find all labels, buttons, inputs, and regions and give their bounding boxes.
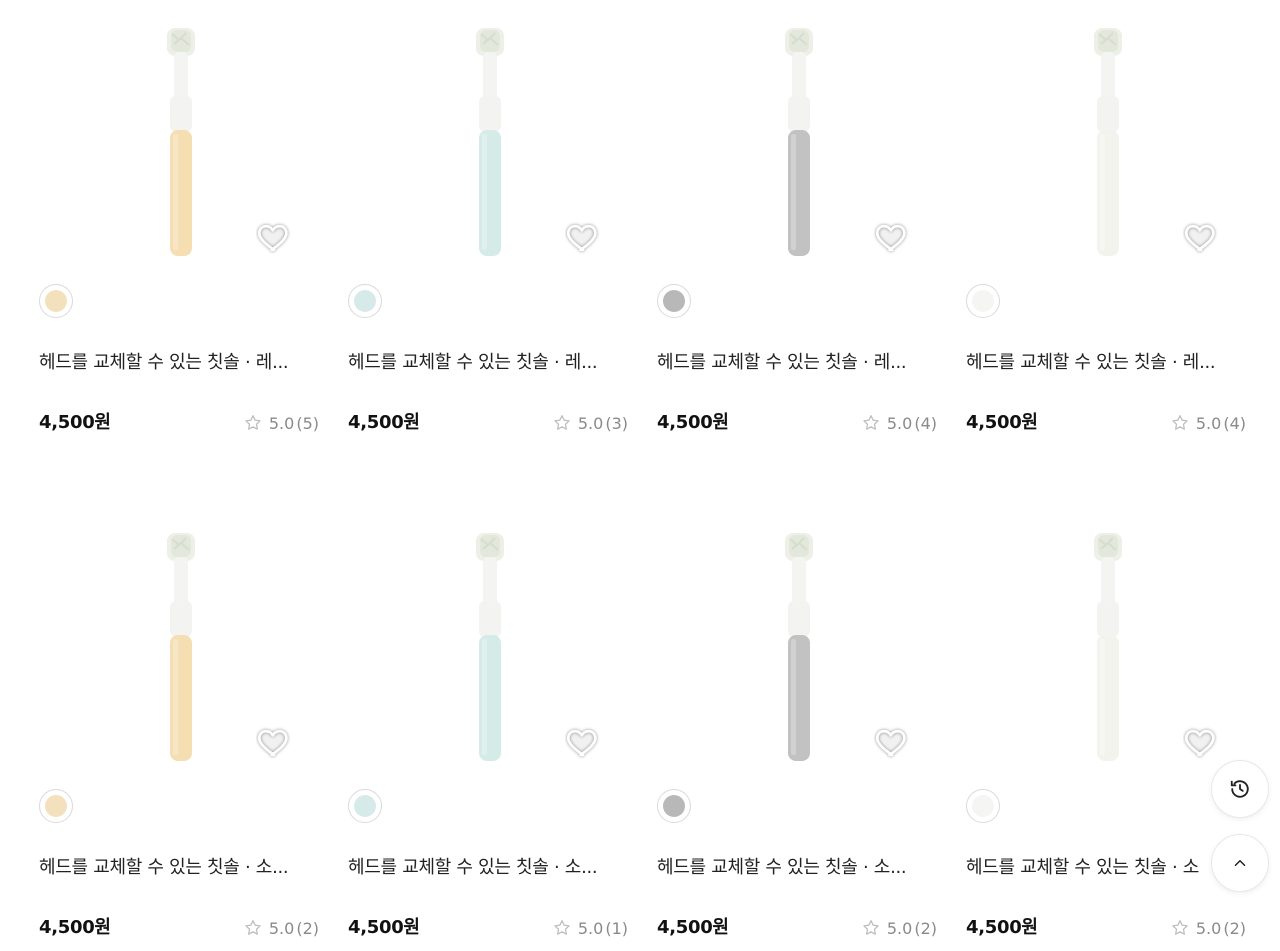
- product-price: 4,500원: [39, 917, 111, 938]
- wishlist-button[interactable]: [874, 219, 910, 255]
- product-title[interactable]: 헤드를 교체할 수 있는 칫솔 · 레...: [966, 350, 1236, 376]
- wishlist-button[interactable]: [1183, 724, 1219, 760]
- review-count: (2): [296, 918, 319, 938]
- review-count: (2): [1223, 918, 1246, 938]
- product-grid: 헤드를 교체할 수 있는 칫솔 · 레... 4,500원 5.0 (5) 헤드…: [0, 0, 1280, 951]
- review-count: (4): [1223, 413, 1246, 433]
- product-rating: 5.0 (2): [1170, 915, 1246, 941]
- heart-icon: [875, 729, 906, 757]
- rating-value: 5.0: [577, 918, 604, 938]
- review-count: (5): [296, 413, 319, 433]
- wishlist-button[interactable]: [256, 724, 292, 760]
- star-icon: [554, 920, 570, 935]
- star-icon: [1172, 415, 1188, 430]
- review-count: (3): [605, 413, 628, 433]
- rating-value: 5.0: [268, 413, 295, 433]
- color-swatch-beige[interactable]: [39, 284, 73, 318]
- review-count: (2): [914, 918, 937, 938]
- swatch-fill: [45, 795, 67, 817]
- product-rating: 5.0 (2): [861, 915, 937, 941]
- product-price: 4,500원: [348, 917, 420, 938]
- star-icon: [863, 415, 879, 430]
- star-icon: [245, 920, 261, 935]
- product-rating: 5.0 (4): [861, 410, 937, 436]
- color-swatch-gray[interactable]: [657, 284, 691, 318]
- product-price: 4,500원: [966, 917, 1038, 938]
- product-rating: 5.0 (5): [243, 410, 319, 436]
- product-title[interactable]: 헤드를 교체할 수 있는 칫솔 · 소...: [348, 855, 618, 881]
- chevron-up-icon: [1234, 860, 1246, 866]
- heart-icon: [257, 224, 288, 252]
- rating-value: 5.0: [886, 918, 913, 938]
- color-swatch-beige[interactable]: [39, 789, 73, 823]
- color-swatch-gray[interactable]: [657, 789, 691, 823]
- product-price: 4,500원: [966, 412, 1038, 433]
- star-icon: [863, 920, 879, 935]
- wishlist-button[interactable]: [874, 724, 910, 760]
- product-price: 4,500원: [657, 412, 729, 433]
- review-count: (1): [605, 918, 628, 938]
- wishlist-button[interactable]: [256, 219, 292, 255]
- swatch-fill: [972, 795, 994, 817]
- recently-viewed-button[interactable]: [1211, 760, 1269, 818]
- product-rating: 5.0 (4): [1170, 410, 1246, 436]
- swatch-fill: [972, 290, 994, 312]
- color-swatch-mint[interactable]: [348, 789, 382, 823]
- wishlist-button[interactable]: [1183, 219, 1219, 255]
- swatch-fill: [663, 290, 685, 312]
- product-rating: 5.0 (2): [243, 915, 319, 941]
- heart-icon: [566, 729, 597, 757]
- scroll-to-top-button[interactable]: [1211, 834, 1269, 892]
- wishlist-button[interactable]: [565, 724, 601, 760]
- heart-icon: [875, 224, 906, 252]
- product-title[interactable]: 헤드를 교체할 수 있는 칫솔 · 레...: [657, 350, 927, 376]
- rating-value: 5.0: [577, 413, 604, 433]
- product-rating: 5.0 (1): [552, 915, 628, 941]
- rating-value: 5.0: [268, 918, 295, 938]
- heart-icon: [566, 224, 597, 252]
- star-icon: [554, 415, 570, 430]
- heart-icon: [1184, 224, 1215, 252]
- rating-value: 5.0: [1195, 413, 1222, 433]
- star-icon: [245, 415, 261, 430]
- product-rating: 5.0 (3): [552, 410, 628, 436]
- product-title[interactable]: 헤드를 교체할 수 있는 칫솔 · 소...: [39, 855, 309, 881]
- wishlist-button[interactable]: [565, 219, 601, 255]
- color-swatch-white[interactable]: [966, 789, 1000, 823]
- heart-icon: [1184, 729, 1215, 757]
- product-title[interactable]: 헤드를 교체할 수 있는 칫솔 · 레...: [39, 350, 309, 376]
- rating-value: 5.0: [1195, 918, 1222, 938]
- star-icon: [1172, 920, 1188, 935]
- color-swatch-mint[interactable]: [348, 284, 382, 318]
- swatch-fill: [354, 290, 376, 312]
- swatch-fill: [354, 795, 376, 817]
- swatch-fill: [45, 290, 67, 312]
- product-price: 4,500원: [348, 412, 420, 433]
- heart-icon: [257, 729, 288, 757]
- color-swatch-white[interactable]: [966, 284, 1000, 318]
- history-icon: [1230, 780, 1249, 798]
- product-price: 4,500원: [657, 917, 729, 938]
- rating-value: 5.0: [886, 413, 913, 433]
- swatch-fill: [663, 795, 685, 817]
- product-title[interactable]: 헤드를 교체할 수 있는 칫솔 · 소...: [657, 855, 927, 881]
- product-title[interactable]: 헤드를 교체할 수 있는 칫솔 · 레...: [348, 350, 618, 376]
- product-price: 4,500원: [39, 412, 111, 433]
- product-title[interactable]: 헤드를 교체할 수 있는 칫솔 · 소: [966, 855, 1236, 881]
- review-count: (4): [914, 413, 937, 433]
